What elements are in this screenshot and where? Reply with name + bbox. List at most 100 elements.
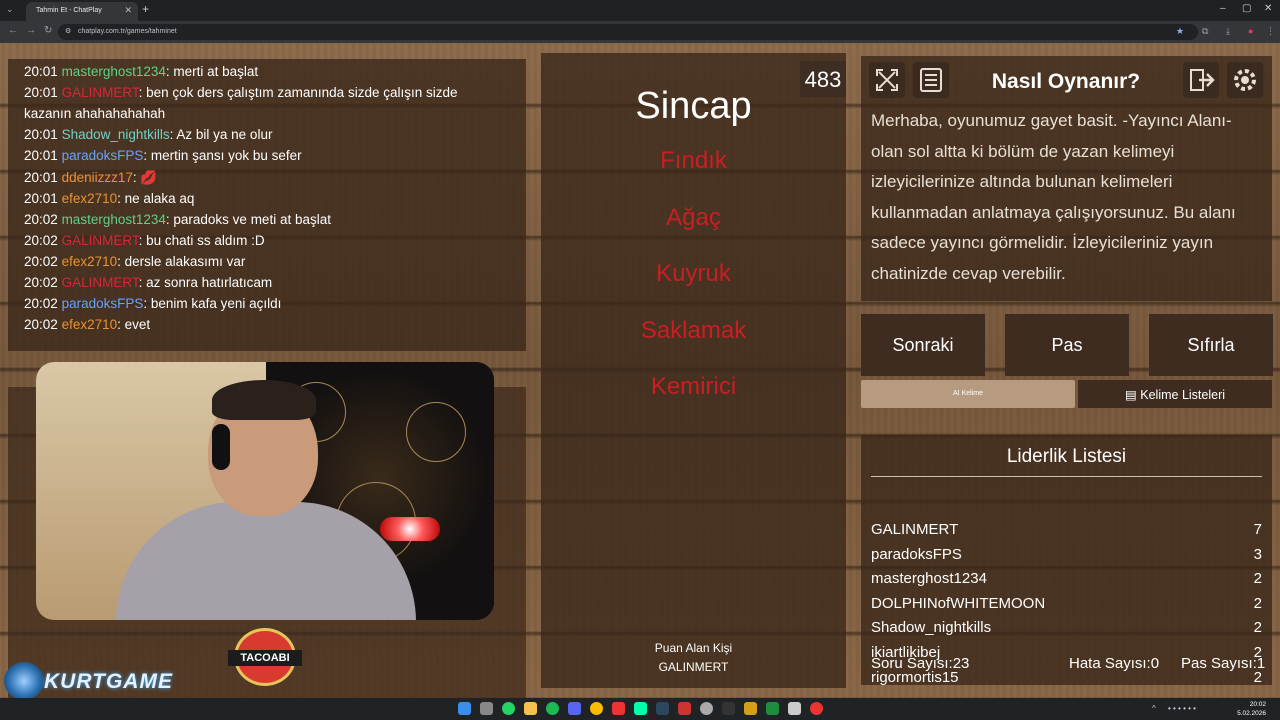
chat-message: 20:01 GALINMERT: ben çok ders çalıştım z… [24, 82, 524, 103]
app-icon[interactable] [744, 702, 757, 715]
chat-text: : paradoks ve meti at başlat [165, 211, 331, 227]
maximize-icon[interactable]: ▢ [1242, 3, 1251, 14]
chat-message: 20:02 efex2710: dersle alakasımı var [24, 251, 524, 272]
moon-decoration [406, 402, 466, 462]
browser-toolbar: ← → ↻ ⚙ chatplay.com.tr/games/tahminet ★… [0, 21, 1280, 43]
extensions-icon[interactable]: ⧉ [1202, 26, 1208, 37]
chat-username[interactable]: paradoksFPS [62, 148, 144, 163]
chat-text: : benim kafa yeni açıldı [143, 296, 282, 312]
bookmark-star-icon[interactable]: ★ [1176, 26, 1184, 37]
chat-text: : mertin şansı yok bu sefer [143, 148, 302, 164]
chat-timestamp: 20:01 [24, 169, 58, 185]
player-name: masterghost1234 [871, 570, 987, 588]
leaderboard-row: GALINMERT 7 [871, 521, 1262, 545]
app-icon[interactable] [766, 702, 779, 715]
download-icon[interactable]: ⤓ [1226, 26, 1230, 37]
forward-icon[interactable]: → [26, 25, 36, 36]
document-icon[interactable] [913, 62, 949, 98]
chat-username[interactable]: GALINMERT [62, 233, 139, 248]
whatsapp-icon[interactable] [502, 702, 515, 715]
chrome-icon[interactable] [590, 702, 603, 715]
chat-message: kazanın ahahahahahah [24, 103, 524, 124]
scorer-name: GALINMERT [658, 660, 729, 674]
chat-text: : ne alaka aq [117, 190, 195, 206]
address-bar[interactable]: ⚙ chatplay.com.tr/games/tahminet [58, 24, 1198, 40]
app-icon[interactable] [722, 702, 735, 715]
chat-username[interactable]: GALINMERT [62, 275, 139, 290]
app-icon[interactable] [678, 702, 691, 715]
player-name: paradoksFPS [871, 545, 962, 563]
tab-ai-word[interactable]: AI Kelime [861, 380, 1075, 408]
how-to-play-text: Merhaba, oyunumuz gayet basit. -Yayıncı … [871, 111, 1236, 283]
player-score: 2 [1253, 668, 1262, 686]
chat-text: : merti at başlat [165, 64, 259, 79]
chat-text: : dersle alakasımı var [117, 253, 246, 269]
chat-username[interactable]: efex2710 [62, 254, 118, 269]
tray-icons[interactable]: • • • • • • [1168, 704, 1196, 713]
edge-icon[interactable] [634, 702, 647, 715]
explorer-icon[interactable] [524, 702, 537, 715]
steam-icon[interactable] [656, 702, 669, 715]
browser-tab[interactable]: Tahmin Et - ChatPlay ✕ [26, 2, 138, 21]
reload-icon[interactable]: ↻ [44, 25, 52, 36]
player-score: 2 [1253, 619, 1262, 637]
menu-icon[interactable]: ⋮ [1266, 26, 1275, 37]
fullscreen-icon[interactable] [869, 62, 905, 98]
chat-message: 20:02 masterghost1234: paradoks ve meti … [24, 209, 524, 230]
site-info-icon[interactable]: ⚙ [65, 27, 71, 35]
player-score: 2 [1253, 594, 1262, 612]
chat-timestamp: 20:02 [24, 275, 58, 290]
chat-timestamp: 20:02 [24, 211, 58, 227]
chat-message: 20:02 GALINMERT: az sonra hatırlatıcam [24, 272, 524, 293]
player-name: ikiartlikibej [871, 644, 941, 661]
pass-button[interactable]: Pas [1005, 314, 1129, 376]
chat-text: : az sonra hatırlatıcam [138, 275, 273, 290]
player-score: 2 [1253, 644, 1262, 661]
ai-tab-label: AI Kelime [953, 390, 983, 397]
start-icon[interactable] [458, 702, 471, 715]
chat-message: 20:02 efex2710: evet [24, 314, 524, 335]
exit-icon[interactable] [1183, 62, 1219, 98]
gear-icon[interactable] [1227, 62, 1263, 98]
taskbar-clock[interactable]: 20:02 5.02.2026 [1237, 700, 1266, 718]
minimize-icon[interactable]: – [1220, 3, 1226, 14]
tab-word-lists[interactable]: ▤ Kelime Listeleri [1078, 380, 1272, 408]
chat-username[interactable]: ddeniizzz17 [62, 170, 133, 185]
chat-timestamp: 20:02 [24, 296, 58, 312]
forbidden-word: Saklamak [640, 317, 747, 344]
app-icon[interactable] [810, 702, 823, 715]
forbidden-word: Fındık [660, 147, 727, 174]
leaderboard-row: ikiartlikibej 2 [871, 644, 1262, 668]
profile-avatar[interactable]: ● [1248, 26, 1253, 36]
chat-username[interactable]: efex2710 [62, 317, 118, 332]
chat-timestamp: 20:01 [24, 190, 58, 206]
window-close-icon[interactable]: ✕ [1264, 3, 1272, 14]
spotify-icon[interactable] [546, 702, 559, 715]
reset-button[interactable]: Sıfırla [1149, 314, 1273, 376]
app-icon[interactable] [788, 702, 801, 715]
chat-text: : Az bil ya ne olur [169, 127, 273, 143]
chat-message: 20:01 masterghost1234: merti at başlat [24, 61, 524, 82]
chat-username[interactable]: masterghost1234 [62, 64, 166, 79]
new-tab-icon[interactable]: + [142, 2, 149, 16]
close-icon[interactable]: ✕ [124, 5, 132, 16]
obs-icon[interactable] [700, 702, 713, 715]
tab-list-icon[interactable]: ⌄ [6, 4, 14, 15]
tray-chevron-icon[interactable]: ^ [1152, 704, 1156, 713]
player-name: Shadow_nightkills [871, 619, 992, 637]
chat-username[interactable]: Shadow_nightkills [62, 127, 170, 142]
discord-icon[interactable] [568, 702, 581, 715]
chat-username[interactable]: efex2710 [62, 191, 118, 206]
chat-username[interactable]: paradoksFPS [62, 296, 144, 311]
word-card: Sincap 483 Fındık Ağaç Kuyruk Saklamak K… [541, 53, 846, 688]
chat-username[interactable]: GALINMERT [62, 85, 139, 100]
chat-panel: 20:01 masterghost1234: merti at başlat 20… [8, 59, 526, 351]
next-button[interactable]: Sonraki [861, 314, 985, 376]
opera-icon[interactable] [612, 702, 625, 715]
taskview-icon[interactable] [480, 702, 493, 715]
chat-message: 20:02 GALINMERT: bu chati ss aldım :D [24, 230, 524, 251]
tacoabi-label: TACOABI [228, 650, 302, 666]
chat-username[interactable]: masterghost1234 [62, 212, 166, 227]
leaderboard-row: paradoksFPS 3 [871, 546, 1262, 570]
back-icon[interactable]: ← [8, 25, 18, 36]
